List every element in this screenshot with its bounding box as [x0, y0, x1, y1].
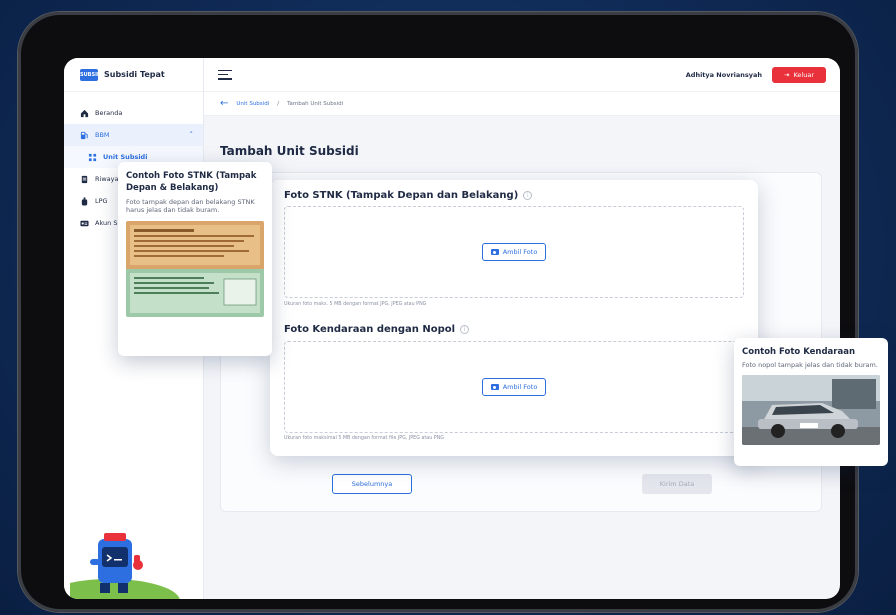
kendaraan-take-photo-button[interactable]: Ambil Foto — [481, 378, 547, 396]
logout-button[interactable]: ⇥ Keluar — [772, 66, 826, 83]
receipt-icon — [81, 175, 88, 183]
breadcrumb-current: Tambah Unit Subsidi — [287, 100, 344, 107]
home-icon — [80, 109, 89, 117]
sidebar-item-bbm[interactable]: BBM ˄ — [64, 124, 203, 146]
info-icon[interactable]: i — [460, 325, 470, 334]
fuel-icon — [80, 131, 88, 139]
sidebar-item-label: LPG — [95, 197, 108, 205]
page-title: Tambah Unit Subsidi — [220, 144, 359, 158]
kendaraan-section-title: Foto Kendaraan dengan Nopol i — [284, 324, 470, 335]
grid-icon — [88, 153, 97, 161]
stnk-title-text: Foto STNK (Tampak Depan dan Belakang) — [284, 190, 519, 201]
take-photo-label: Ambil Foto — [502, 383, 538, 391]
mascot-illustration — [70, 533, 180, 599]
brand: SUBSIDI Subsidi Tepat — [64, 58, 203, 92]
back-arrow-icon[interactable]: ← — [220, 98, 228, 109]
stnk-example-tooltip: Contoh Foto STNK (Tampak Depan & Belakan… — [118, 162, 272, 356]
breadcrumb-parent[interactable]: Unit Subsidi — [236, 101, 269, 107]
kendaraan-example-tooltip: Contoh Foto Kendaraan Foto nopol tampak … — [734, 338, 888, 466]
tooltip-title: Contoh Foto Kendaraan — [742, 347, 855, 357]
camera-icon — [490, 249, 499, 255]
camera-icon — [490, 384, 499, 390]
tooltip-description: Foto nopol tampak jelas dan tidak buram. — [742, 361, 878, 370]
brand-logo: SUBSIDI — [80, 68, 103, 81]
stnk-take-photo-button[interactable]: Ambil Foto — [481, 243, 547, 261]
chevron-up-icon: ˄ — [189, 131, 194, 139]
breadcrumb: ← Unit Subsidi / Tambah Unit Subsidi — [204, 92, 840, 116]
kendaraan-dropzone[interactable]: Ambil Foto — [284, 341, 744, 433]
sidebar-item-beranda[interactable]: Beranda — [64, 102, 203, 124]
logout-icon: ⇥ — [784, 70, 790, 79]
tooltip-title: Contoh Foto STNK (Tampak Depan & Belakan… — [126, 171, 257, 194]
submit-button[interactable]: Kirim Data — [642, 474, 712, 494]
user-name: Adhitya Novriansyah — [685, 70, 763, 79]
take-photo-label: Ambil Foto — [502, 248, 538, 256]
tooltip-description: Foto tampak depan dan belakang STNK haru… — [126, 197, 255, 215]
car-example-image — [742, 374, 880, 445]
gas-cylinder-icon — [81, 196, 88, 206]
logout-label: Keluar — [793, 70, 814, 79]
stnk-example-image — [126, 220, 264, 317]
top-bar: Adhitya Novriansyah ⇥ Keluar — [204, 58, 840, 92]
previous-button[interactable]: Sebelumnya — [332, 474, 412, 494]
breadcrumb-separator: / — [277, 100, 280, 107]
kendaraan-title-text: Foto Kendaraan dengan Nopol — [284, 324, 456, 335]
upload-card: Foto STNK (Tampak Depan dan Belakang) i … — [270, 180, 758, 456]
sidebar-item-label: BBM — [95, 131, 110, 139]
id-card-icon — [80, 220, 89, 226]
stnk-dropzone[interactable]: Ambil Foto — [284, 206, 744, 298]
sidebar-item-label: Unit Subsidi — [103, 153, 148, 161]
kendaraan-hint: Ukuran foto maksimal 5 MB dengan format … — [284, 436, 444, 441]
info-icon[interactable]: i — [523, 191, 533, 200]
stnk-section-title: Foto STNK (Tampak Depan dan Belakang) i — [284, 190, 533, 201]
brand-name: Subsidi Tepat — [104, 70, 165, 79]
sidebar-item-label: Beranda — [95, 109, 123, 117]
menu-icon[interactable] — [218, 69, 232, 80]
stnk-hint: Ukuran foto maks. 5 MB dengan format JPG… — [284, 302, 427, 307]
